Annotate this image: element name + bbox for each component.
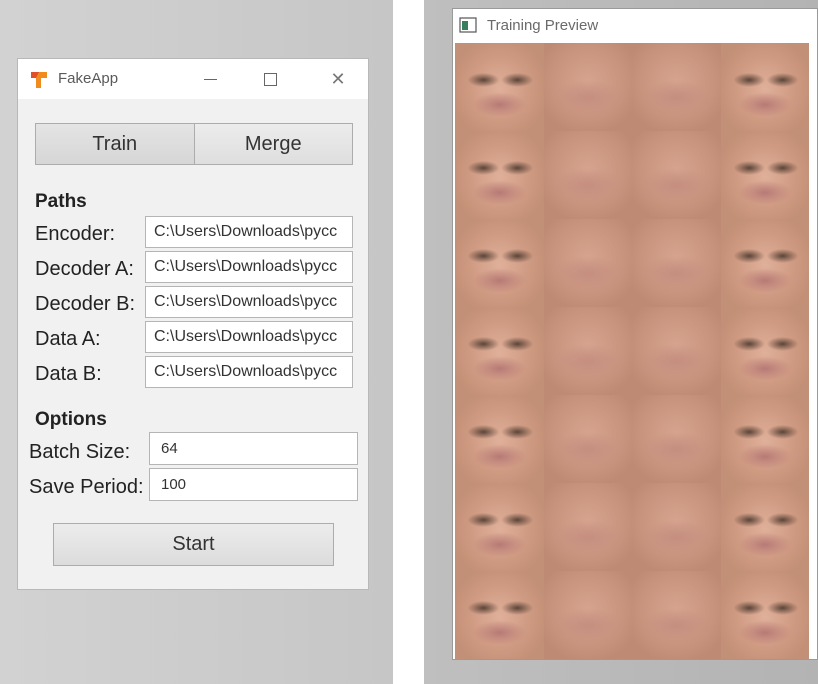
preview-face-tile xyxy=(720,219,809,307)
preview-face-tile xyxy=(455,43,544,131)
training-preview-window: Training Preview xyxy=(452,8,818,660)
fakeapp-window: FakeApp ✕ Train Merge Paths Encoder: C:\… xyxy=(17,58,369,590)
preview-face-tile xyxy=(455,219,544,307)
preview-blurred-tile xyxy=(632,307,721,395)
preview-face-tile xyxy=(455,571,544,659)
preview-blurred-tile xyxy=(543,307,632,395)
preview-blurred-tile xyxy=(543,395,632,483)
save-period-input[interactable]: 100 xyxy=(149,468,358,501)
preview-face-tile xyxy=(720,571,809,659)
batch-size-input[interactable]: 64 xyxy=(149,432,358,465)
preview-face-tile xyxy=(720,483,809,571)
encoder-label: Encoder: xyxy=(35,223,116,245)
encoder-path-input[interactable]: C:\Users\Downloads\pycc xyxy=(145,216,353,248)
maximize-icon[interactable] xyxy=(256,65,286,93)
preview-blurred-tile xyxy=(632,483,721,571)
tab-merge[interactable]: Merge xyxy=(193,124,352,164)
window-title: FakeApp xyxy=(58,70,119,87)
data-b-label: Data B: xyxy=(35,363,102,385)
data-a-path-input[interactable]: C:\Users\Downloads\pycc xyxy=(145,321,353,353)
close-icon[interactable]: ✕ xyxy=(323,65,353,93)
preview-face-tile xyxy=(455,395,544,483)
preview-window-title: Training Preview xyxy=(487,17,599,34)
fakeapp-logo-icon xyxy=(31,72,47,88)
data-b-path-input[interactable]: C:\Users\Downloads\pycc xyxy=(145,356,353,388)
preview-face-tile xyxy=(720,43,809,131)
start-button[interactable]: Start xyxy=(53,523,334,566)
title-bar[interactable]: FakeApp ✕ xyxy=(18,59,368,99)
preview-face-tile xyxy=(720,395,809,483)
preview-face-tile xyxy=(455,307,544,395)
preview-image-grid xyxy=(455,43,809,659)
options-heading: Options xyxy=(35,409,107,430)
decoder-a-label: Decoder A: xyxy=(35,258,134,280)
preview-face-tile xyxy=(720,307,809,395)
decoder-b-label: Decoder B: xyxy=(35,293,136,315)
preview-blurred-tile xyxy=(632,43,721,131)
batch-size-label: Batch Size: xyxy=(29,441,131,463)
preview-face-tile xyxy=(455,483,544,571)
decoder-b-path-input[interactable]: C:\Users\Downloads\pycc xyxy=(145,286,353,318)
preview-title-bar[interactable]: Training Preview xyxy=(453,9,817,43)
preview-face-tile xyxy=(720,131,809,219)
preview-blurred-tile xyxy=(632,219,721,307)
tab-train[interactable]: Train xyxy=(36,124,194,164)
preview-blurred-tile xyxy=(543,131,632,219)
preview-blurred-tile xyxy=(632,131,721,219)
preview-blurred-tile xyxy=(543,43,632,131)
data-a-label: Data A: xyxy=(35,328,101,350)
preview-blurred-tile xyxy=(632,395,721,483)
window-app-icon xyxy=(459,17,477,33)
preview-blurred-tile xyxy=(543,571,632,659)
preview-blurred-tile xyxy=(543,219,632,307)
preview-blurred-tile xyxy=(632,571,721,659)
preview-blurred-tile xyxy=(543,483,632,571)
decoder-a-path-input[interactable]: C:\Users\Downloads\pycc xyxy=(145,251,353,283)
paths-heading: Paths xyxy=(35,191,87,212)
minimize-icon[interactable] xyxy=(196,65,226,93)
mode-tabs: Train Merge xyxy=(35,123,353,165)
preview-face-tile xyxy=(455,131,544,219)
save-period-label: Save Period: xyxy=(29,476,144,498)
